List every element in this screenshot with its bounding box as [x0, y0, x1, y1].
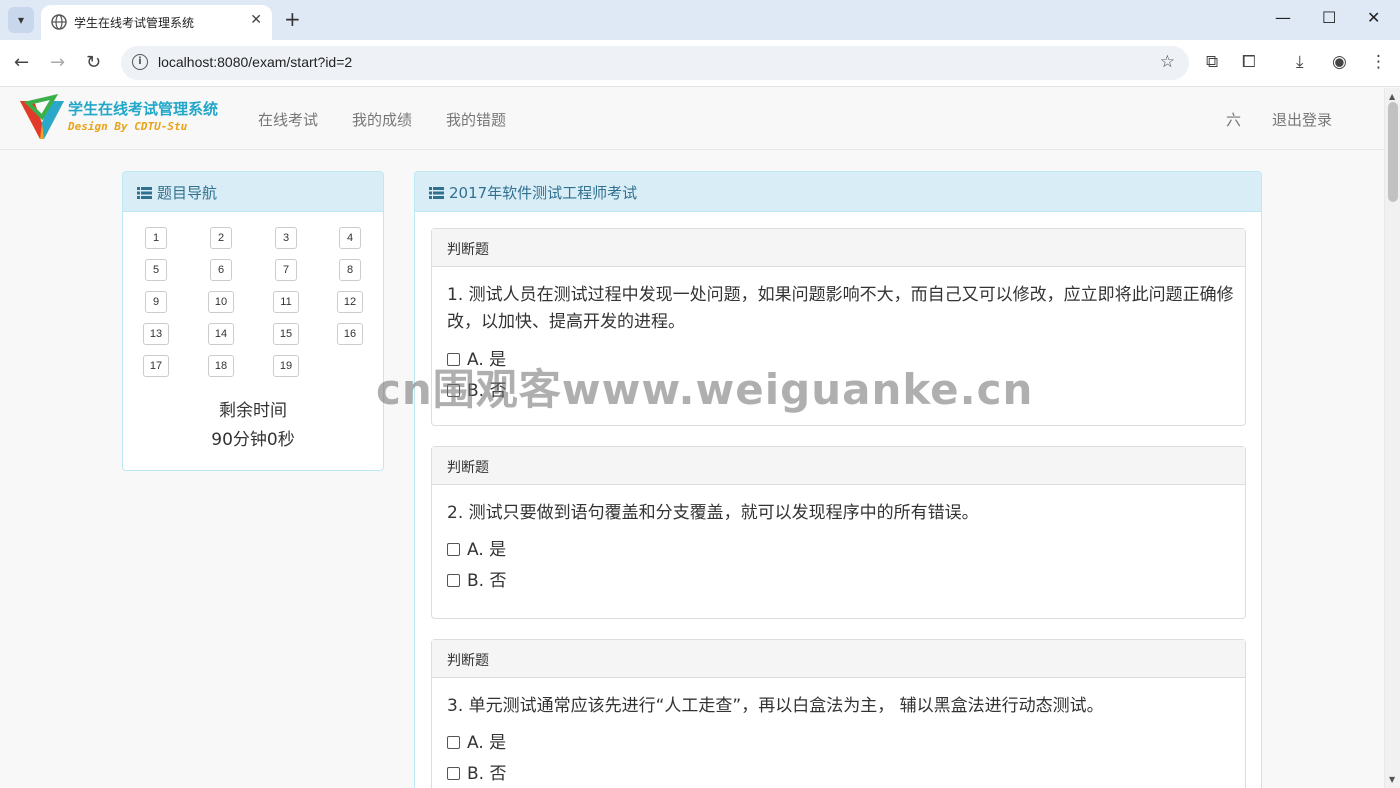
question-button[interactable]: 18 [208, 355, 234, 377]
option-b[interactable]: B. 否 [447, 759, 506, 784]
browser-toolbar: ← → ↻ i localhost:8080/exam/start?id=2 ☆… [0, 40, 1400, 87]
question-text: 1. 测试人员在测试过程中发现一处问题，如果问题影响不大，而自己又可以修改，应立… [447, 285, 1234, 332]
question-button[interactable]: 10 [208, 291, 234, 313]
logo-icon[interactable] [18, 93, 66, 141]
question-button[interactable]: 19 [273, 355, 299, 377]
page-scrollbar[interactable]: ▲ ▼ [1384, 88, 1400, 788]
option-b[interactable]: B. 否 [447, 566, 506, 591]
question-type: 判断题 [432, 640, 1245, 678]
user-name[interactable]: 六 [1226, 109, 1241, 130]
scroll-down-arrow-icon[interactable]: ▼ [1389, 775, 1395, 784]
option-a[interactable]: A. 是 [447, 345, 506, 370]
exam-panel: 2017年软件测试工程师考试 判断题 1. 测试人员在测试过程中发现一处问题，如… [414, 171, 1262, 788]
site-info-icon[interactable]: i [132, 54, 148, 70]
question-button[interactable]: 5 [145, 259, 167, 281]
extensions-puzzle-icon[interactable]: ⧠ [1242, 52, 1256, 72]
option-b[interactable]: B. 否 [447, 376, 506, 401]
question-card: 判断题 3. 单元测试通常应该先进行“人工走查”，再以白盒法为主， 辅以黑盒法进… [431, 639, 1246, 788]
question-button[interactable]: 13 [143, 323, 169, 345]
browser-tab[interactable]: 学生在线考试管理系统 ✕ [41, 5, 272, 40]
nav-online-exam[interactable]: 在线考试 [258, 109, 318, 130]
option-label: B. 否 [467, 571, 507, 591]
question-nav-heading: 题目导航 [123, 172, 383, 212]
option-a[interactable]: A. 是 [447, 728, 506, 753]
remaining-time-label: 剩余时间 [219, 401, 287, 421]
list-icon [429, 187, 444, 199]
close-window-icon[interactable]: ✕ [1367, 8, 1380, 27]
checkbox[interactable] [447, 384, 460, 397]
option-label: A. 是 [467, 733, 507, 753]
question-type: 判断题 [432, 229, 1245, 267]
question-text: 3. 单元测试通常应该先进行“人工走查”，再以白盒法为主， 辅以黑盒法进行动态测… [447, 696, 1104, 716]
checkbox[interactable] [447, 736, 460, 749]
question-card: 判断题 2. 测试只要做到语句覆盖和分支覆盖，就可以发现程序中的所有错误。 A.… [431, 446, 1246, 619]
globe-icon [51, 14, 67, 30]
profile-account-icon[interactable]: ◉ [1332, 52, 1347, 72]
reload-icon[interactable]: ↻ [86, 52, 101, 73]
question-button[interactable]: 14 [208, 323, 234, 345]
question-button[interactable]: 9 [145, 291, 167, 313]
browser-tab-strip: ▾ 学生在线考试管理系统 ✕ + — ☐ ✕ [0, 0, 1400, 40]
question-button[interactable]: 15 [273, 323, 299, 345]
exam-heading: 2017年软件测试工程师考试 [415, 172, 1261, 212]
bookmark-star-icon[interactable]: ☆ [1160, 52, 1175, 72]
question-button[interactable]: 3 [275, 227, 297, 249]
option-label: A. 是 [467, 540, 507, 560]
exam-title: 2017年软件测试工程师考试 [449, 184, 638, 202]
question-type: 判断题 [432, 447, 1245, 485]
nav-my-scores[interactable]: 我的成绩 [352, 109, 412, 130]
option-label: A. 是 [467, 350, 507, 370]
new-tab-plus-icon[interactable]: + [284, 8, 301, 30]
screenshot-crop-icon[interactable]: ⧉ [1206, 52, 1218, 72]
app-navbar: 学生在线考试管理系统 Design By CDTU-Stu 在线考试 我的成绩 … [0, 88, 1384, 150]
scroll-up-arrow-icon[interactable]: ▲ [1389, 92, 1395, 101]
question-button[interactable]: 12 [337, 291, 363, 313]
question-button[interactable]: 8 [339, 259, 361, 281]
option-a[interactable]: A. 是 [447, 535, 506, 560]
scroll-thumb[interactable] [1388, 102, 1398, 202]
checkbox[interactable] [447, 574, 460, 587]
option-label: B. 否 [467, 381, 507, 401]
checkbox[interactable] [447, 767, 460, 780]
address-bar[interactable]: i localhost:8080/exam/start?id=2 ☆ [121, 46, 1189, 80]
checkbox[interactable] [447, 543, 460, 556]
question-card: 判断题 1. 测试人员在测试过程中发现一处问题，如果问题影响不大，而自己又可以修… [431, 228, 1246, 426]
question-button[interactable]: 6 [210, 259, 232, 281]
tab-close-icon[interactable]: ✕ [250, 12, 262, 28]
url-text[interactable]: localhost:8080/exam/start?id=2 [158, 54, 352, 70]
forward-arrow-icon[interactable]: → [50, 52, 65, 73]
maximize-icon[interactable]: ☐ [1322, 8, 1336, 27]
tab-search-chevron-down-icon[interactable]: ▾ [8, 7, 34, 33]
logout-link[interactable]: 退出登录 [1272, 109, 1332, 130]
tab-title: 学生在线考试管理系统 [74, 16, 195, 30]
question-button[interactable]: 7 [275, 259, 297, 281]
more-menu-icon[interactable]: ⋮ [1370, 52, 1387, 72]
logo-title: 学生在线考试管理系统 [68, 100, 219, 118]
remaining-time-value: 90分钟0秒 [211, 430, 295, 450]
download-icon[interactable]: ⤓ [1296, 52, 1304, 72]
question-button[interactable]: 4 [339, 227, 361, 249]
question-text: 2. 测试只要做到语句覆盖和分支覆盖，就可以发现程序中的所有错误。 [447, 503, 979, 523]
minimize-icon[interactable]: — [1275, 8, 1291, 27]
list-icon [137, 187, 152, 199]
question-button[interactable]: 17 [143, 355, 169, 377]
back-arrow-icon[interactable]: ← [14, 52, 29, 73]
logo-subtitle: Design By CDTU-Stu [68, 120, 188, 133]
question-nav-title: 题目导航 [157, 184, 218, 202]
option-label: B. 否 [467, 764, 507, 784]
question-button[interactable]: 1 [145, 227, 167, 249]
checkbox[interactable] [447, 353, 460, 366]
question-button[interactable]: 2 [210, 227, 232, 249]
nav-my-mistakes[interactable]: 我的错题 [446, 109, 506, 130]
question-button[interactable]: 16 [337, 323, 363, 345]
question-nav-panel: 题目导航 1 2 3 4 5 6 7 8 9 10 11 12 13 14 15… [122, 171, 384, 471]
question-button[interactable]: 11 [273, 291, 299, 313]
